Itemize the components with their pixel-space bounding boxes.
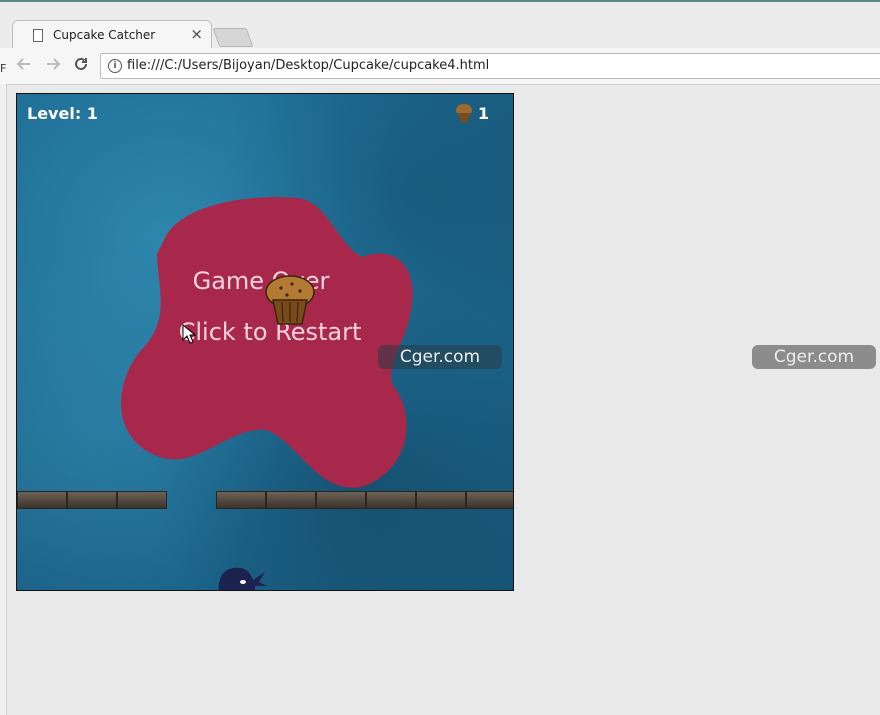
sidebar-letter: F [0,62,7,75]
platform-left [17,491,167,509]
ninja-player [218,567,267,590]
tab-title: Cupcake Catcher [53,28,156,42]
forward-button[interactable] [45,56,61,77]
platform-right [216,491,513,509]
watermark: Cger.com [378,345,502,369]
level-indicator: Level: 1 [27,104,98,123]
mouse-cursor-icon [182,324,196,344]
cupcake-score-icon [456,104,472,122]
game-canvas[interactable]: Level: 1 1 Game Over Click to Restart [16,93,514,591]
arrow-right-icon [47,58,61,70]
address-bar[interactable]: i file:///C:/Users/Bijoyan/Desktop/Cupca… [100,53,880,79]
browser-tabstrip: Cupcake Catcher × [0,0,880,51]
back-button[interactable] [16,56,32,77]
left-edge [0,84,7,715]
document-icon [33,29,43,42]
score-count: 1 [477,104,489,123]
muffin-icon [265,275,315,325]
reload-button[interactable] [73,56,89,77]
tab-close-button[interactable]: × [190,25,203,43]
url-text: file:///C:/Users/Bijoyan/Desktop/Cupcake… [127,58,490,73]
info-icon[interactable]: i [108,59,122,73]
reload-icon [75,57,87,70]
arrow-left-icon [16,58,30,70]
tab-cupcake-catcher[interactable]: Cupcake Catcher × [12,20,212,51]
gameover-title: Game Over [192,267,330,295]
new-tab-button[interactable] [212,28,254,47]
browser-toolbar: i file:///C:/Users/Bijoyan/Desktop/Cupca… [0,48,880,85]
watermark: Cger.com [752,345,876,369]
